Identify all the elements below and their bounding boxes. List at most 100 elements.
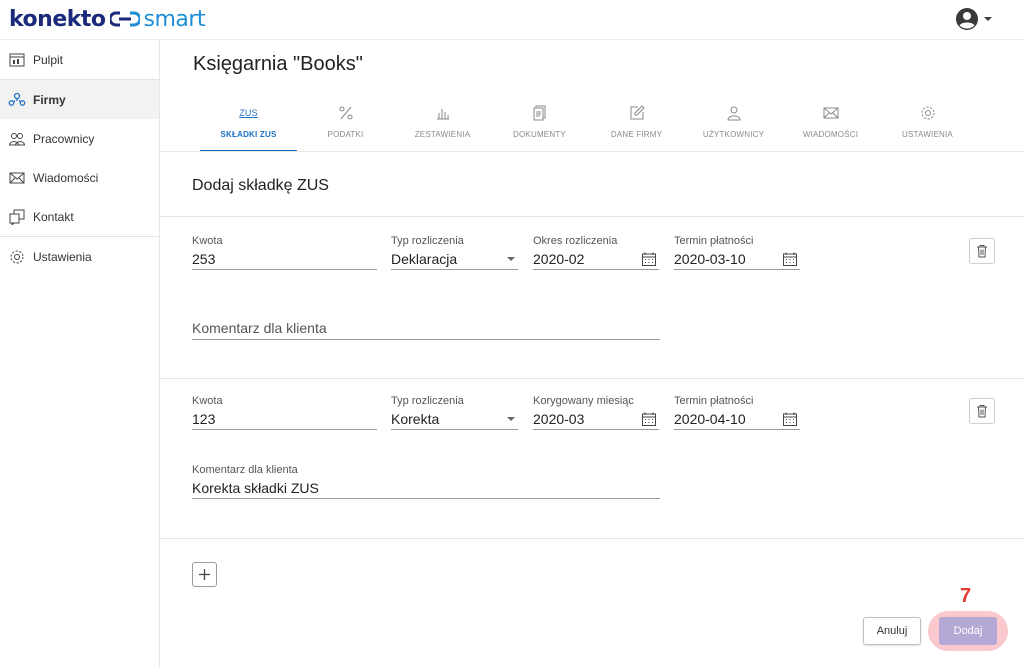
field-label: Termin płatności <box>674 235 754 247</box>
tab-skladki-zus[interactable]: ZUS SKŁADKI ZUS <box>200 102 297 152</box>
delete-entry-button[interactable] <box>969 398 995 424</box>
trash-icon <box>977 405 987 418</box>
section-divider <box>160 216 1024 217</box>
field-label: Korygowany miesiąc <box>533 395 634 407</box>
amount-field[interactable]: Kwota 253 <box>192 235 377 270</box>
bar-chart-icon <box>435 102 451 124</box>
select-value: Deklaracja <box>391 251 458 267</box>
account-circle-icon <box>956 8 978 30</box>
field-label: Kwota <box>192 395 223 407</box>
calendar-icon[interactable] <box>782 411 798 427</box>
page-title: Księgarnia "Books" <box>193 53 363 75</box>
user-icon <box>726 102 742 124</box>
dropdown-arrow-icon <box>507 257 515 261</box>
tab-label: DANE FIRMY <box>610 130 663 139</box>
tab-label: WIADOMOŚCI <box>802 130 859 139</box>
sidebar-item-firmy[interactable]: Firmy <box>0 80 159 119</box>
period-field[interactable]: Okres rozliczenia 2020-02 <box>533 235 659 270</box>
sidebar-item-label: Kontakt <box>33 209 74 224</box>
cancel-button[interactable]: Anuluj <box>863 617 921 645</box>
date-value: 2020-03-10 <box>674 251 746 267</box>
edit-icon <box>629 102 645 124</box>
chevron-down-icon <box>984 17 992 21</box>
tab-wiadomosci[interactable]: WIADOMOŚCI <box>782 102 879 152</box>
tab-label: DOKUMENTY <box>513 130 566 139</box>
tab-dokumenty[interactable]: DOKUMENTY <box>491 102 588 152</box>
amount-input[interactable]: 123 <box>192 408 377 430</box>
sidebar-item-kontakt[interactable]: Kontakt <box>0 197 159 236</box>
period-input[interactable]: 2020-02 <box>533 248 659 270</box>
tab-uzytkownicy[interactable]: UŻYTKOWNICY <box>685 102 782 152</box>
sidebar-item-pulpit[interactable]: Pulpit <box>0 40 159 79</box>
sidebar-item-pracownicy[interactable]: Pracownicy <box>0 119 159 158</box>
due-date-input[interactable]: 2020-03-10 <box>674 248 800 270</box>
comment-field[interactable]: Komentarz dla klienta <box>192 316 660 340</box>
sidebar: Pulpit Firmy Pracownicy Wiadomości Konta… <box>0 40 160 668</box>
amount-input[interactable]: 253 <box>192 248 377 270</box>
date-value: 2020-03 <box>533 411 585 427</box>
entry-divider <box>160 378 1024 379</box>
tab-label: SKŁADKI ZUS <box>220 130 277 139</box>
field-label: Typ rozliczenia <box>391 395 464 407</box>
due-date-field[interactable]: Termin płatności 2020-03-10 <box>674 235 800 270</box>
main-content: Księgarnia "Books" ZUS SKŁADKI ZUS PODAT… <box>160 40 1024 668</box>
settlement-type-select[interactable]: Typ rozliczenia Korekta <box>391 395 518 430</box>
calendar-icon[interactable] <box>641 411 657 427</box>
section-title: Dodaj składkę ZUS <box>192 177 329 194</box>
sidebar-item-ustawienia[interactable]: Ustawienia <box>0 237 159 276</box>
zus-icon: ZUS <box>239 108 258 118</box>
due-date-field[interactable]: Termin płatności 2020-04-10 <box>674 395 800 430</box>
calendar-icon[interactable] <box>782 251 798 267</box>
corrected-month-input[interactable]: 2020-03 <box>533 408 659 430</box>
comment-input[interactable]: Korekta składki ZUS <box>192 477 660 499</box>
add-button[interactable]: Dodaj <box>939 617 997 645</box>
tab-label: USTAWIENIA <box>902 130 953 139</box>
tab-dane-firmy[interactable]: DANE FIRMY <box>588 102 685 152</box>
sidebar-item-label: Firmy <box>33 92 66 107</box>
field-label: Termin płatności <box>674 395 754 407</box>
sidebar-item-wiadomosci[interactable]: Wiadomości <box>0 158 159 197</box>
settlement-type-value[interactable]: Deklaracja <box>391 248 518 270</box>
settlement-type-value[interactable]: Korekta <box>391 408 518 430</box>
date-value: 2020-02 <box>533 251 585 267</box>
calendar-icon[interactable] <box>641 251 657 267</box>
field-label: Komentarz dla klienta <box>192 464 298 476</box>
tab-label: ZESTAWIENIA <box>414 130 471 139</box>
corrected-month-field[interactable]: Korygowany miesiąc 2020-03 <box>533 395 659 430</box>
tab-label: PODATKI <box>327 130 364 139</box>
tabs-divider <box>160 151 1024 152</box>
due-date-input[interactable]: 2020-04-10 <box>674 408 800 430</box>
gear-icon <box>920 102 936 124</box>
tab-label: UŻYTKOWNICY <box>702 130 765 139</box>
tab-bar: ZUS SKŁADKI ZUS PODATKI ZESTAWIENIA DOKU… <box>200 102 976 152</box>
plus-icon <box>199 569 210 580</box>
logo-text-left: konekto <box>9 6 106 32</box>
tab-podatki[interactable]: PODATKI <box>297 102 394 152</box>
add-entry-button[interactable] <box>192 562 217 587</box>
date-value: 2020-04-10 <box>674 411 746 427</box>
employees-icon <box>8 130 26 148</box>
delete-entry-button[interactable] <box>969 238 995 264</box>
app-logo[interactable]: konekto smart <box>9 6 206 32</box>
dashboard-icon <box>8 51 26 69</box>
sidebar-item-label: Pulpit <box>33 52 64 67</box>
tab-ustawienia[interactable]: USTAWIENIA <box>879 102 976 152</box>
sidebar-item-label: Wiadomości <box>33 170 99 185</box>
amount-field[interactable]: Kwota 123 <box>192 395 377 430</box>
submit-highlight: Dodaj <box>928 611 1008 651</box>
tab-zestawienia[interactable]: ZESTAWIENIA <box>394 102 491 152</box>
comment-input[interactable]: Komentarz dla klienta <box>192 316 660 340</box>
trash-icon <box>977 245 987 258</box>
sidebar-item-label: Ustawienia <box>33 249 92 264</box>
user-menu[interactable] <box>955 7 994 31</box>
select-value: Korekta <box>391 411 440 427</box>
company-icon <box>8 91 26 109</box>
percent-icon <box>338 102 354 124</box>
documents-icon <box>533 102 547 124</box>
mail-icon <box>8 169 26 187</box>
top-bar: konekto smart <box>0 0 1024 40</box>
comment-field[interactable]: Komentarz dla klienta Korekta składki ZU… <box>192 464 660 499</box>
field-label: Kwota <box>192 235 223 247</box>
settlement-type-select[interactable]: Typ rozliczenia Deklaracja <box>391 235 518 270</box>
contact-icon <box>8 208 26 226</box>
